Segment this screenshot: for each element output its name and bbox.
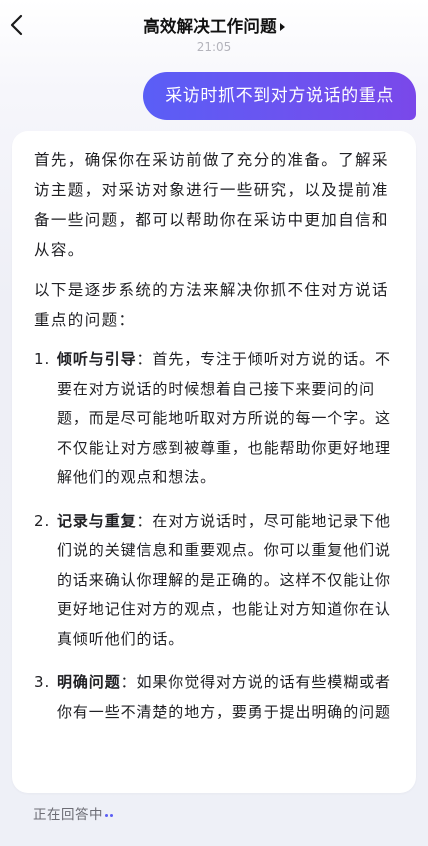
list-item: 1. 倾听与引导：首先，专注于倾听对方说的话。不要在对方说话的时候想着自己接下来要… [34, 345, 394, 493]
title-button[interactable]: 高效解决工作问题 [0, 13, 428, 37]
status-label: 正在回答中 [33, 807, 103, 823]
list-item-title: 记录与重复 [57, 511, 137, 530]
list-item-body: ：首先，专注于倾听对方说的话。不要在对方说话的时候想着自己接下来要问的问题，而是… [57, 350, 391, 486]
answer-lead: 以下是逐步系统的方法来解决你抓不住对方说话重点的问题： [34, 281, 389, 329]
user-message-bubble[interactable]: 采访时抓不到对方说话的重点 [143, 72, 416, 120]
list-item-title: 明确问题 [57, 673, 121, 691]
page-title: 高效解决工作问题 [143, 17, 277, 36]
assistant-answer-card[interactable]: 首先，确保你在采访前做了充分的准备。了解采访主题，对采访对象进行一些研究，以及提… [12, 131, 416, 793]
list-item-number: 1. [34, 350, 51, 368]
answering-status: 正在回答中 [33, 803, 115, 823]
answer-steps-list: 1. 倾听与引导：首先，专注于倾听对方说的话。不要在对方说话的时候想着自己接下来要… [34, 345, 394, 727]
answer-intro: 首先，确保你在采访前做了充分的准备。了解采访主题，对采访对象进行一些研究，以及提… [34, 151, 389, 259]
list-item-number: 2. [34, 511, 51, 530]
list-item-number: 3. [34, 673, 51, 691]
message-timestamp: 21:05 [196, 40, 232, 54]
list-item-body: ：在对方说话时，尽可能地记录下他们说的关键信息和重要观点。你可以重复他们说的话来… [57, 511, 391, 648]
list-item: 3. 明确问题：如果你觉得对方说的话有些模糊或者你有一些不清楚的地方，要勇于提出明… [34, 668, 394, 727]
typing-dots-icon [105, 807, 115, 823]
caret-right-icon [279, 22, 285, 31]
list-item-title: 倾听与引导 [57, 350, 137, 368]
list-item: 2. 记录与重复：在对方说话时，尽可能地记录下他们说的关键信息和重要观点。你可以重… [34, 507, 394, 655]
